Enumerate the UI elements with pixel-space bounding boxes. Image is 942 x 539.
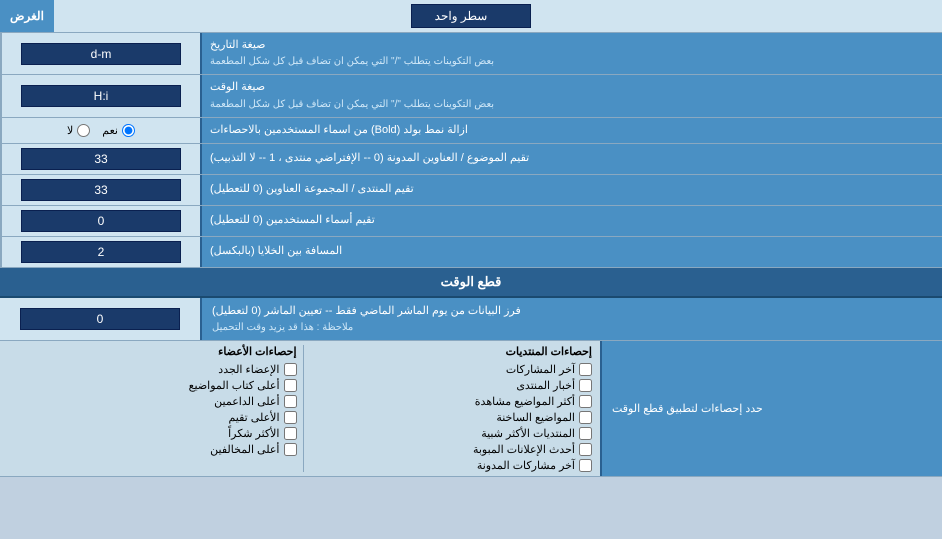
- bold-remove-radio-area: نعم لا: [0, 118, 200, 143]
- date-format-input[interactable]: [21, 43, 181, 65]
- cb-col1-5[interactable]: أحدث الإعلانات المبوبة: [304, 443, 593, 456]
- radio-no[interactable]: [77, 124, 90, 137]
- radio-yes-label[interactable]: نعم: [102, 124, 135, 137]
- forum-order-row: تقيم المنتدى / المجموعة العناوين (0 للتع…: [0, 175, 942, 206]
- cell-spacing-label: المسافة بين الخلايا (بالبكسل): [200, 237, 942, 267]
- cb-col1-2[interactable]: أكثر المواضيع مشاهدة: [304, 395, 593, 408]
- top-row: الغرض سطر واحد سطرين ثلاثة أسطر: [0, 0, 942, 33]
- main-container: الغرض سطر واحد سطرين ثلاثة أسطر صيغة الت…: [0, 0, 942, 477]
- sort-label: فرز البيانات من يوم الماشر الماضي فقط --…: [200, 298, 942, 340]
- cell-spacing-input[interactable]: [21, 241, 181, 263]
- date-format-row: صيغة التاريخ بعض التكوينات يتطلب "/" الت…: [0, 33, 942, 75]
- topics-order-row: تقيم الموضوع / العناوين المدونة (0 -- ال…: [0, 144, 942, 175]
- cb-col1-6-input[interactable]: [579, 459, 592, 472]
- time-format-input-area: [0, 75, 200, 116]
- cb-col2-0[interactable]: الإعضاء الجدد: [8, 363, 297, 376]
- users-order-input-area: [0, 206, 200, 236]
- cb-col1-4[interactable]: المنتديات الأكثر شبية: [304, 427, 593, 440]
- cb-col1-5-input[interactable]: [579, 443, 592, 456]
- forum-order-input-area: [0, 175, 200, 205]
- cb-col1-2-input[interactable]: [579, 395, 592, 408]
- cb-col2-0-input[interactable]: [284, 363, 297, 376]
- radio-no-label[interactable]: لا: [67, 124, 90, 137]
- sort-row: فرز البيانات من يوم الماشر الماضي فقط --…: [0, 298, 942, 341]
- topics-order-label: تقيم الموضوع / العناوين المدونة (0 -- ال…: [200, 144, 942, 174]
- cb-col1-4-input[interactable]: [579, 427, 592, 440]
- time-format-label: صيغة الوقت بعض التكوينات يتطلب "/" التي …: [200, 75, 942, 116]
- col2: إحصاءات الأعضاء الإعضاء الجدد أعلى كتاب …: [8, 345, 304, 472]
- users-order-row: تقيم أسماء المستخدمين (0 للتعطيل): [0, 206, 942, 237]
- col1: إحصاءات المنتديات آخر المشاركات أخبار ال…: [304, 345, 593, 472]
- col2-title: إحصاءات الأعضاء: [8, 345, 297, 360]
- forum-order-input[interactable]: [21, 179, 181, 201]
- cb-col1-3-input[interactable]: [579, 411, 592, 424]
- cb-col1-0-input[interactable]: [579, 363, 592, 376]
- bold-remove-label: ازالة نمط بولد (Bold) من اسماء المستخدمي…: [200, 118, 942, 143]
- topics-order-input-area: [0, 144, 200, 174]
- sort-input-area: [0, 298, 200, 340]
- cb-col2-3[interactable]: الأعلى تقيم: [8, 411, 297, 424]
- time-format-input[interactable]: [21, 85, 181, 107]
- cb-col2-3-input[interactable]: [284, 411, 297, 424]
- users-order-label: تقيم أسماء المستخدمين (0 للتعطيل): [200, 206, 942, 236]
- cb-col2-2-input[interactable]: [284, 395, 297, 408]
- cb-col1-3[interactable]: المواضيع الساخنة: [304, 411, 593, 424]
- limit-checkboxes: إحصاءات المنتديات آخر المشاركات أخبار ال…: [0, 341, 600, 476]
- cb-col1-1-input[interactable]: [579, 379, 592, 392]
- cb-col1-1[interactable]: أخبار المنتدى: [304, 379, 593, 392]
- cb-col2-2[interactable]: أعلى الداعمين: [8, 395, 297, 408]
- date-format-label: صيغة التاريخ بعض التكوينات يتطلب "/" الت…: [200, 33, 942, 74]
- topics-order-input[interactable]: [21, 148, 181, 170]
- cb-col2-1[interactable]: أعلى كتاب المواضيع: [8, 379, 297, 392]
- forum-order-label: تقيم المنتدى / المجموعة العناوين (0 للتع…: [200, 175, 942, 205]
- time-format-row: صيغة الوقت بعض التكوينات يتطلب "/" التي …: [0, 75, 942, 117]
- page-title-label: الغرض: [0, 0, 54, 32]
- cell-spacing-row: المسافة بين الخلايا (بالبكسل): [0, 237, 942, 268]
- bold-remove-row: ازالة نمط بولد (Bold) من اسماء المستخدمي…: [0, 118, 942, 144]
- cb-col1-0[interactable]: آخر المشاركات: [304, 363, 593, 376]
- cb-col2-1-input[interactable]: [284, 379, 297, 392]
- users-order-input[interactable]: [21, 210, 181, 232]
- limit-label: حدد إحصاءات لتطبيق قطع الوقت: [600, 341, 942, 476]
- cb-col2-4[interactable]: الأكثر شكراً: [8, 427, 297, 440]
- top-dropdown[interactable]: سطر واحد سطرين ثلاثة أسطر: [411, 4, 531, 28]
- cb-col1-6[interactable]: آخر مشاركات المدونة: [304, 459, 593, 472]
- cb-col2-5-input[interactable]: [284, 443, 297, 456]
- col1-title: إحصاءات المنتديات: [304, 345, 593, 360]
- radio-yes[interactable]: [122, 124, 135, 137]
- cell-spacing-input-area: [0, 237, 200, 267]
- cb-col2-4-input[interactable]: [284, 427, 297, 440]
- date-format-input-area: [0, 33, 200, 74]
- cutoff-section-header: قطع الوقت: [0, 268, 942, 298]
- limit-row: حدد إحصاءات لتطبيق قطع الوقت إحصاءات الم…: [0, 341, 942, 477]
- sort-input[interactable]: [20, 308, 180, 330]
- cb-col2-5[interactable]: أعلى المخالفين: [8, 443, 297, 456]
